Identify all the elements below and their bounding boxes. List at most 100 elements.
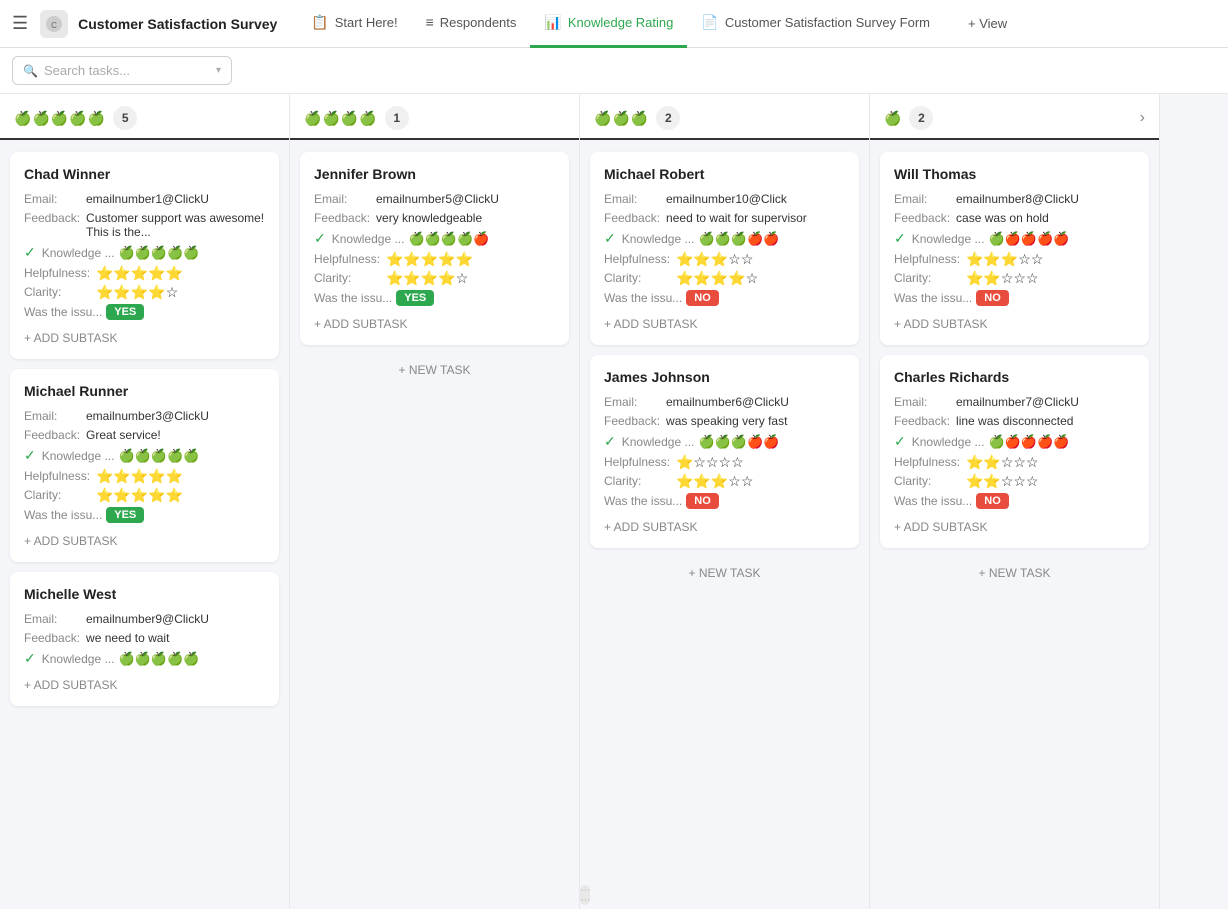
email-row: Email: emailnumber8@ClickU [894,192,1135,206]
card-name: Chad Winner [24,166,265,182]
new-task-button[interactable]: + NEW TASK [880,558,1149,588]
email-row: Email: emailnumber3@ClickU [24,409,265,423]
issue-badge: YES [106,507,144,523]
issue-badge: NO [976,290,1009,306]
card-name: Michelle West [24,586,265,602]
tab-knowledge-rating[interactable]: 📊 Knowledge Rating [530,0,687,48]
issue-badge: YES [396,290,434,306]
knowledge-label: Knowledge ... [912,435,985,449]
issue-row: Was the issu... YES [24,304,265,320]
feedback-value: we need to wait [86,631,265,645]
column-header: 🍏 2 › [870,94,1159,140]
card: Jennifer Brown Email: emailnumber5@Click… [300,152,569,345]
email-row: Email: emailnumber10@Click [604,192,845,206]
scroll-right-icon[interactable]: › [1140,109,1145,127]
add-subtask-button[interactable]: + ADD SUBTASK [604,514,845,534]
feedback-value: case was on hold [956,211,1135,225]
add-subtask-button[interactable]: + ADD SUBTASK [894,514,1135,534]
add-subtask-button[interactable]: + ADD SUBTASK [24,672,265,692]
feedback-value: was speaking very fast [666,414,845,428]
star-rating: ⭐⭐⭐☆☆ [676,252,753,266]
knowledge-row: ✓ Knowledge ... 🍏🍏🍏🍏🍏 [24,244,265,261]
knowledge-row: ✓ Knowledge ... 🍏🍏🍏🍎🍎 [604,230,845,247]
respondents-icon: ≡ [426,14,434,30]
clarity-row: Clarity: ⭐⭐⭐☆☆ [604,474,845,488]
search-input[interactable]: 🔍 Search tasks... ▾ [12,56,232,85]
helpfulness-label: Helpfulness: [604,455,672,469]
column-count: 1 [385,106,409,130]
star-rating: ⭐⭐☆☆☆ [966,474,1039,488]
issue-row: Was the issu... NO [894,493,1135,509]
add-subtask-button[interactable]: + ADD SUBTASK [24,325,265,345]
column-col-4star: 🍏🍏🍏🍏 1 Jennifer Brown Email: emailnumber… [290,94,580,909]
start-here-icon: 📋 [311,14,328,31]
column-header: 🍏🍏🍏 2 [580,94,869,140]
nav-tabs: 📋 Start Here! ≡ Respondents 📊 Knowledge … [297,0,944,48]
column-stars: 🍏🍏🍏🍏🍏 [14,110,105,127]
column-count: 2 [909,106,933,130]
scroll-dots-icon: ⋮⋮ [580,885,591,905]
clarity-label: Clarity: [24,285,92,299]
column-col-3star: 🍏🍏🍏 2 Michael Robert Email: emailnumber1… [580,94,870,909]
email-value: emailnumber1@ClickU [86,192,265,206]
email-row: Email: emailnumber1@ClickU [24,192,265,206]
search-caret-icon: ▾ [216,65,221,76]
feedback-row: Feedback: we need to wait [24,631,265,645]
apple-rating: 🍏🍏🍏🍏🍎 [408,232,489,245]
email-value: emailnumber6@ClickU [666,395,845,409]
add-subtask-button[interactable]: + ADD SUBTASK [894,311,1135,331]
issue-label: Was the issu... [314,291,392,305]
email-row: Email: emailnumber5@ClickU [314,192,555,206]
star-rating: ⭐⭐⭐⭐☆ [676,271,758,285]
knowledge-row: ✓ Knowledge ... 🍏🍏🍏🍏🍎 [314,230,555,247]
knowledge-label: Knowledge ... [42,449,115,463]
column-count: 5 [113,106,137,130]
helpfulness-row: Helpfulness: ⭐⭐⭐⭐⭐ [314,252,555,266]
star-rating: ⭐⭐⭐☆☆ [966,252,1043,266]
issue-row: Was the issu... NO [604,493,845,509]
clarity-label: Clarity: [604,474,672,488]
hamburger-icon[interactable]: ☰ [12,13,28,34]
star-rating: ⭐⭐⭐⭐⭐ [386,252,473,266]
add-subtask-button[interactable]: + ADD SUBTASK [604,311,845,331]
issue-label: Was the issu... [894,494,972,508]
helpfulness-label: Helpfulness: [894,455,962,469]
clarity-row: Clarity: ⭐⭐⭐⭐☆ [604,271,845,285]
scroll-handle[interactable]: ⋮⋮ [580,885,590,905]
clarity-label: Clarity: [604,271,672,285]
issue-label: Was the issu... [604,291,682,305]
email-value: emailnumber9@ClickU [86,612,265,626]
issue-badge: NO [686,290,719,306]
feedback-row: Feedback: case was on hold [894,211,1135,225]
search-bar: 🔍 Search tasks... ▾ [0,48,1228,94]
knowledge-label: Knowledge ... [622,232,695,246]
app-title: Customer Satisfaction Survey [78,16,277,32]
tab-survey-form[interactable]: 📄 Customer Satisfaction Survey Form [687,0,944,48]
feedback-value: Great service! [86,428,265,442]
column-stars: 🍏🍏🍏🍏 [304,110,377,127]
tab-respondents[interactable]: ≡ Respondents [412,0,531,47]
view-button[interactable]: + View [956,8,1019,39]
star-rating: ⭐⭐⭐⭐☆ [96,285,178,299]
issue-label: Was the issu... [24,305,102,319]
new-task-button[interactable]: + NEW TASK [300,355,569,385]
email-value: emailnumber5@ClickU [376,192,555,206]
add-subtask-button[interactable]: + ADD SUBTASK [24,528,265,548]
clarity-row: Clarity: ⭐⭐⭐⭐⭐ [24,488,265,502]
add-subtask-button[interactable]: + ADD SUBTASK [314,311,555,331]
card: Michael Robert Email: emailnumber10@Clic… [590,152,859,345]
svg-text:C: C [51,21,57,30]
clarity-row: Clarity: ⭐⭐☆☆☆ [894,474,1135,488]
top-nav: ☰ C Customer Satisfaction Survey 📋 Start… [0,0,1228,48]
column-header: 🍏🍏🍏🍏 1 [290,94,579,140]
tab-start-here[interactable]: 📋 Start Here! [297,0,411,48]
feedback-value: Customer support was awesome! This is th… [86,211,265,239]
check-icon: ✓ [604,433,616,450]
email-value: emailnumber3@ClickU [86,409,265,423]
search-icon: 🔍 [23,64,38,78]
card-name: Will Thomas [894,166,1135,182]
knowledge-rating-icon: 📊 [544,14,561,31]
new-task-button[interactable]: + NEW TASK [590,558,859,588]
helpfulness-row: Helpfulness: ⭐☆☆☆☆ [604,455,845,469]
feedback-value: very knowledgeable [376,211,555,225]
